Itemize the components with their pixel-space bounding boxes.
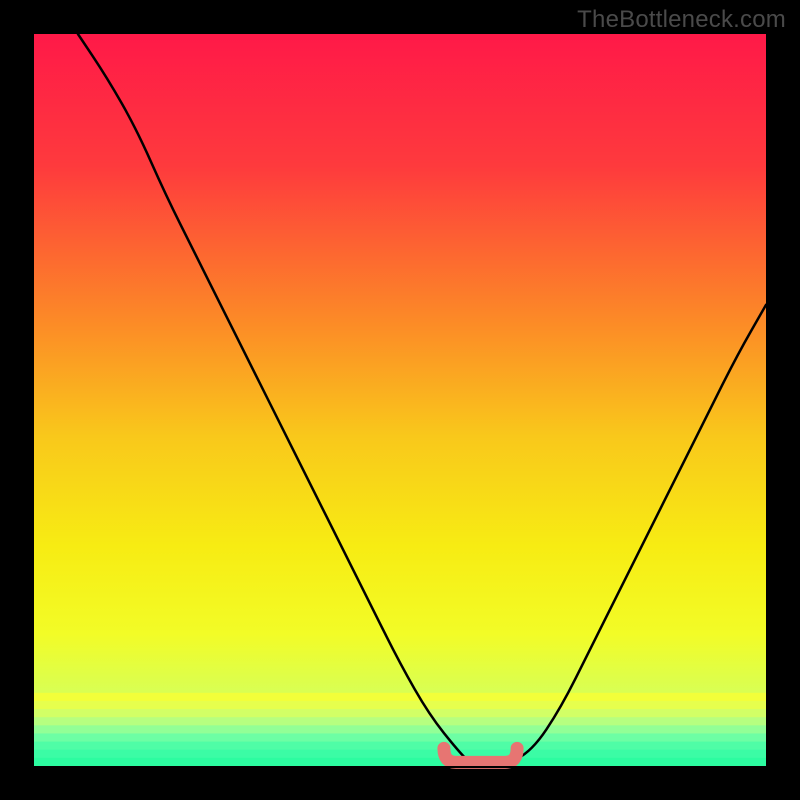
- bottom-bands: [34, 693, 766, 767]
- chart-frame: { "watermark": "TheBottleneck.com", "col…: [0, 0, 800, 800]
- chart-svg-container: [0, 0, 800, 800]
- chart-svg: [0, 0, 800, 800]
